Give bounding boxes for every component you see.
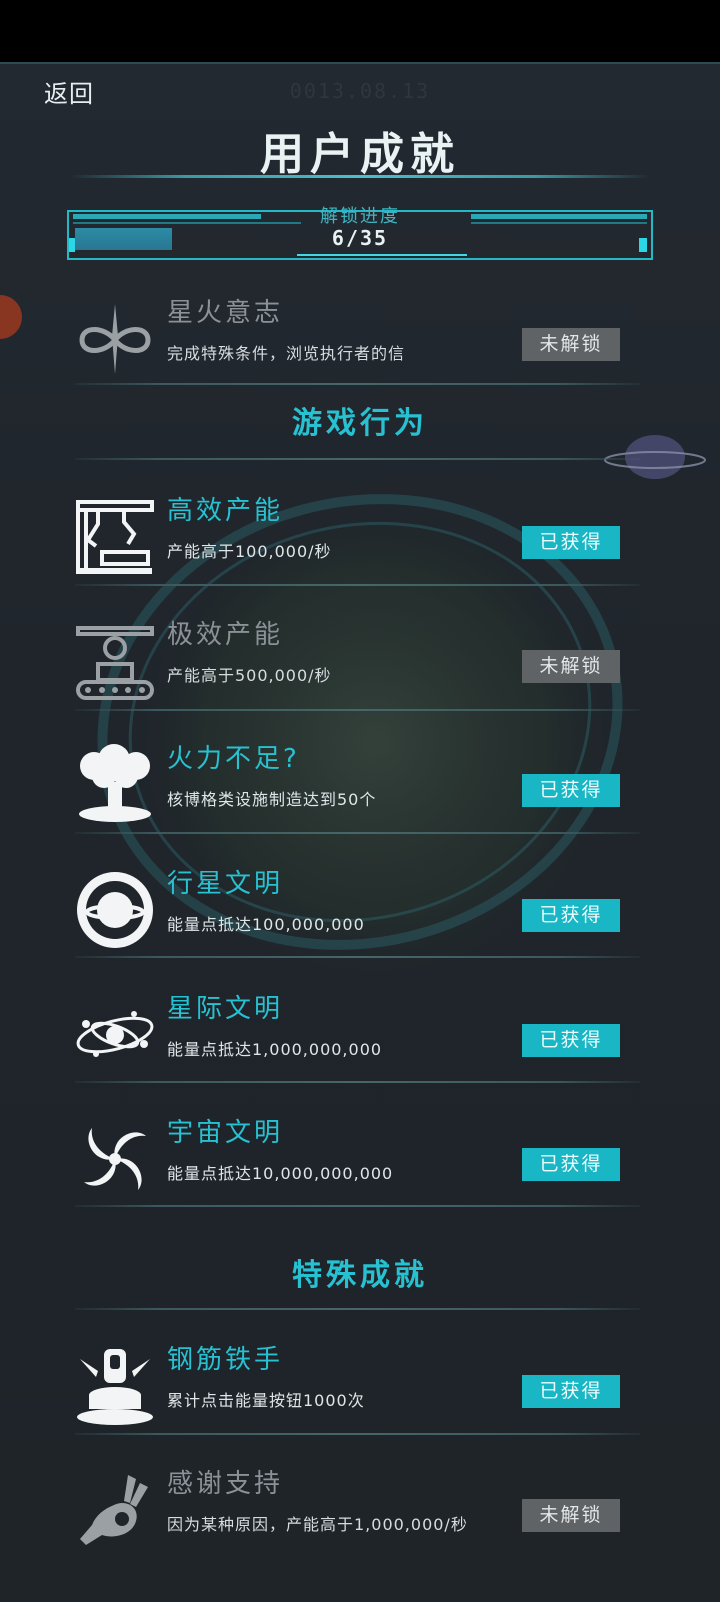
achievement-name: 星际文明 <box>167 994 284 1024</box>
achievement-description: 完成特殊条件，浏览执行者的信 <box>167 344 406 363</box>
achievement-description: 产能高于100,000/秒 <box>167 542 332 561</box>
divider <box>75 1433 640 1435</box>
achievement-item: 钢筋铁手 累计点击能量按钮1000次 已获得 <box>70 1327 650 1447</box>
achievement-name: 星火意志 <box>167 298 284 328</box>
section-title-special: 特殊成就 <box>292 1258 428 1293</box>
progress-count: 6/35 <box>331 226 389 250</box>
infinity-star-icon <box>79 304 151 374</box>
achievement-item: 宇宙文明 能量点抵达10,000,000,000 已获得 <box>70 1100 650 1220</box>
divider <box>75 709 640 711</box>
progress-label: 解锁进度 <box>320 206 400 227</box>
divider <box>75 458 640 460</box>
status-button-obtained[interactable]: 已获得 <box>522 1375 620 1408</box>
achievement-description: 能量点抵达100,000,000 <box>167 915 365 934</box>
date-watermark: 0013.08.13 <box>289 79 431 103</box>
achievement-description: 累计点击能量按钮1000次 <box>167 1391 365 1410</box>
achievement-item: 行星文明 能量点抵达100,000,000 已获得 <box>70 851 650 971</box>
achievement-name: 钢筋铁手 <box>167 1345 284 1375</box>
status-button-locked[interactable]: 未解锁 <box>522 1499 620 1532</box>
achievement-description: 能量点抵达10,000,000,000 <box>167 1164 394 1183</box>
divider <box>75 1081 640 1083</box>
achievement-description: 核博格类设施制造达到50个 <box>167 790 377 809</box>
divider <box>75 383 640 385</box>
achievement-description: 能量点抵达1,000,000,000 <box>167 1040 383 1059</box>
achievement-description: 产能高于500,000/秒 <box>167 666 332 685</box>
divider <box>75 1205 640 1207</box>
progress-text-underline <box>297 254 467 256</box>
achievement-item: 星际文明 能量点抵达1,000,000,000 已获得 <box>70 976 650 1096</box>
achievement-item: 高效产能 产能高于100,000/秒 已获得 <box>70 478 650 598</box>
solar-system-icon <box>76 1011 154 1057</box>
mushroom-cloud-icon <box>79 744 151 822</box>
robot-arm-icon <box>76 500 154 574</box>
status-bar <box>0 0 720 62</box>
achievement-name: 高效产能 <box>167 496 284 526</box>
ok-hand-icon <box>80 1475 148 1545</box>
status-button-locked[interactable]: 未解锁 <box>522 328 620 361</box>
achievement-description: 因为某种原因，产能高于1,000,000/秒 <box>167 1515 468 1534</box>
press-button-icon <box>77 1349 153 1425</box>
divider <box>75 584 640 586</box>
achievement-name: 行星文明 <box>167 869 284 899</box>
divider <box>75 832 640 834</box>
achievement-item: 极效产能 产能高于500,000/秒 未解锁 <box>70 602 650 722</box>
back-button[interactable]: 返回 <box>44 74 94 109</box>
divider <box>75 1308 640 1310</box>
status-button-obtained[interactable]: 已获得 <box>522 1148 620 1181</box>
status-button-obtained[interactable]: 已获得 <box>522 1024 620 1057</box>
galaxy-spiral-icon <box>84 1128 146 1190</box>
status-button-obtained[interactable]: 已获得 <box>522 774 620 807</box>
status-button-obtained[interactable]: 已获得 <box>522 899 620 932</box>
status-button-obtained[interactable]: 已获得 <box>522 526 620 559</box>
achievement-name: 宇宙文明 <box>167 1118 284 1148</box>
achievement-name: 极效产能 <box>167 620 284 650</box>
achievement-item: 火力不足? 核博格类设施制造达到50个 已获得 <box>70 726 650 846</box>
divider <box>75 956 640 958</box>
page-title: 用户成就 <box>260 129 460 180</box>
status-button-locked[interactable]: 未解锁 <box>522 650 620 683</box>
unlock-progress: 解锁进度 6/35 <box>67 206 653 260</box>
achievement-name: 感谢支持 <box>167 1469 284 1499</box>
achievement-item: 星火意志 完成特殊条件，浏览执行者的信 未解锁 <box>70 280 650 400</box>
gear-tank-icon <box>76 626 154 700</box>
achievement-item: 感谢支持 因为某种原因，产能高于1,000,000/秒 未解锁 <box>70 1451 650 1571</box>
planet-ring-icon <box>77 872 153 948</box>
achievement-name: 火力不足? <box>167 744 300 774</box>
section-title-gameplay: 游戏行为 <box>292 406 428 441</box>
title-divider <box>70 175 650 178</box>
